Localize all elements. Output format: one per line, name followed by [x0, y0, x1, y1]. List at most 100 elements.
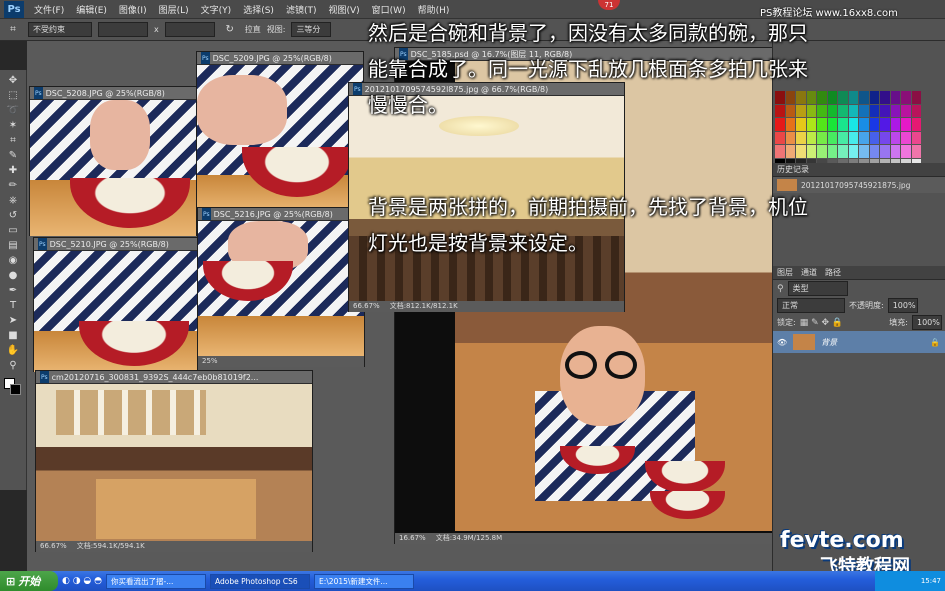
- color-swatch[interactable]: [890, 145, 900, 158]
- crop-icon[interactable]: ⌗: [4, 134, 22, 148]
- color-swatch[interactable]: [827, 145, 837, 158]
- color-swatch[interactable]: [869, 131, 879, 144]
- menu-edit[interactable]: 编辑(E): [70, 3, 113, 16]
- color-swatch[interactable]: [859, 91, 869, 104]
- start-button[interactable]: ⊞ 开始: [0, 571, 58, 591]
- color-swatch[interactable]: [848, 145, 858, 158]
- color-swatch[interactable]: [838, 145, 848, 158]
- hand-icon[interactable]: ✋: [4, 344, 22, 358]
- color-swatch[interactable]: [911, 145, 921, 158]
- history-brush-icon[interactable]: ↺: [4, 209, 22, 223]
- color-swatch[interactable]: [901, 118, 911, 131]
- tab-layers[interactable]: 图层: [777, 267, 793, 278]
- color-swatch[interactable]: [817, 104, 827, 117]
- document-window[interactable]: Ps cm20120716_300831_9392S_444c7eb0b81019…: [35, 370, 313, 552]
- blur-icon[interactable]: ◉: [4, 254, 22, 268]
- color-swatch[interactable]: [775, 118, 785, 131]
- color-swatch[interactable]: [890, 118, 900, 131]
- fill-field[interactable]: 100%: [912, 315, 942, 330]
- color-swatch[interactable]: [827, 118, 837, 131]
- color-swatch[interactable]: [796, 145, 806, 158]
- menu-layer[interactable]: 图层(L): [153, 3, 195, 16]
- gradient-icon[interactable]: ▤: [4, 239, 22, 253]
- menu-filter[interactable]: 滤镜(T): [280, 3, 323, 16]
- doc-tab[interactable]: Ps cm20120716_300831_9392S_444c7eb0b81019…: [36, 371, 312, 384]
- quicklaunch-icon[interactable]: ◐ ◑ ◒ ◓: [62, 576, 102, 586]
- color-swatch[interactable]: [785, 91, 795, 104]
- color-swatch[interactable]: [796, 104, 806, 117]
- foreground-background-colors[interactable]: [4, 378, 22, 396]
- color-swatch[interactable]: [901, 91, 911, 104]
- color-swatch[interactable]: [838, 91, 848, 104]
- color-swatch[interactable]: [796, 91, 806, 104]
- color-swatch[interactable]: [796, 118, 806, 131]
- color-swatch[interactable]: [901, 145, 911, 158]
- crop-tool-icon[interactable]: ⌗: [4, 23, 22, 37]
- shape-icon[interactable]: ■: [4, 329, 22, 343]
- tab-paths[interactable]: 路径: [825, 267, 841, 278]
- menu-type[interactable]: 文字(Y): [195, 3, 238, 16]
- brush-icon[interactable]: ✏: [4, 179, 22, 193]
- color-swatch[interactable]: [901, 131, 911, 144]
- doc-tab[interactable]: Ps DSC_5208.JPG @ 25%(RGB/8): [30, 87, 196, 100]
- color-swatch[interactable]: [838, 104, 848, 117]
- color-swatch[interactable]: [890, 104, 900, 117]
- history-tab[interactable]: 历史记录: [777, 164, 809, 175]
- marquee-icon[interactable]: ⬚: [4, 89, 22, 103]
- color-swatch[interactable]: [817, 131, 827, 144]
- color-swatch[interactable]: [911, 118, 921, 131]
- color-swatch[interactable]: [827, 91, 837, 104]
- menu-window[interactable]: 窗口(W): [366, 3, 412, 16]
- color-swatch[interactable]: [817, 91, 827, 104]
- color-swatch[interactable]: [911, 131, 921, 144]
- dodge-icon[interactable]: ●: [4, 269, 22, 283]
- taskbar-item[interactable]: E:\2015\新建文件...: [314, 573, 414, 589]
- menu-select[interactable]: 选择(S): [237, 3, 280, 16]
- magic-wand-icon[interactable]: ✶: [4, 119, 22, 133]
- taskbar-item[interactable]: Adobe Photoshop CS6: [210, 573, 310, 589]
- path-select-icon[interactable]: ➤: [4, 314, 22, 328]
- lock-icons[interactable]: ▦ ✎ ✥ 🔒: [800, 318, 843, 328]
- opacity-field[interactable]: 100%: [887, 298, 918, 313]
- color-swatch[interactable]: [785, 145, 795, 158]
- color-swatch[interactable]: [848, 131, 858, 144]
- document-window[interactable]: Ps DSC_5210.JPG @ 25%(RGB/8): [33, 237, 198, 372]
- color-swatch[interactable]: [911, 91, 921, 104]
- color-swatch[interactable]: [869, 118, 879, 131]
- taskbar-item[interactable]: 你买看流出了摺-...: [106, 573, 206, 589]
- color-swatch[interactable]: [859, 104, 869, 117]
- color-swatch[interactable]: [848, 91, 858, 104]
- straighten-button[interactable]: 拉直: [245, 24, 261, 35]
- eraser-icon[interactable]: ▭: [4, 224, 22, 238]
- color-swatch[interactable]: [785, 104, 795, 117]
- ratio-select[interactable]: 不受约束: [28, 22, 92, 37]
- doc-tab[interactable]: Ps DSC_5210.JPG @ 25%(RGB/8): [34, 238, 197, 251]
- color-swatch[interactable]: [880, 131, 890, 144]
- color-swatch[interactable]: [827, 131, 837, 144]
- color-swatch[interactable]: [817, 118, 827, 131]
- doc-tab[interactable]: Ps DSC_5216.JPG @ 25%(RGB/8): [198, 208, 364, 221]
- color-swatch[interactable]: [880, 104, 890, 117]
- color-swatch[interactable]: [859, 118, 869, 131]
- kind-select[interactable]: 类型: [787, 281, 848, 296]
- color-swatch[interactable]: [911, 104, 921, 117]
- tab-channels[interactable]: 通道: [801, 267, 817, 278]
- color-swatch[interactable]: [775, 131, 785, 144]
- layer-row[interactable]: 👁 背景 🔒: [773, 331, 945, 353]
- color-swatch[interactable]: [880, 145, 890, 158]
- color-swatch[interactable]: [817, 145, 827, 158]
- stamp-icon[interactable]: ⎈: [4, 194, 22, 208]
- menu-help[interactable]: 帮助(H): [412, 3, 456, 16]
- color-swatch[interactable]: [806, 118, 816, 131]
- color-swatch[interactable]: [869, 91, 879, 104]
- healing-icon[interactable]: ✚: [4, 164, 22, 178]
- zoom-icon[interactable]: ⚲: [4, 359, 22, 373]
- color-swatch[interactable]: [838, 118, 848, 131]
- eye-icon[interactable]: 👁: [777, 338, 787, 347]
- color-swatch[interactable]: [890, 91, 900, 104]
- color-swatch[interactable]: [880, 91, 890, 104]
- color-swatch[interactable]: [827, 104, 837, 117]
- color-swatch[interactable]: [796, 131, 806, 144]
- color-swatch[interactable]: [775, 145, 785, 158]
- color-swatch[interactable]: [890, 131, 900, 144]
